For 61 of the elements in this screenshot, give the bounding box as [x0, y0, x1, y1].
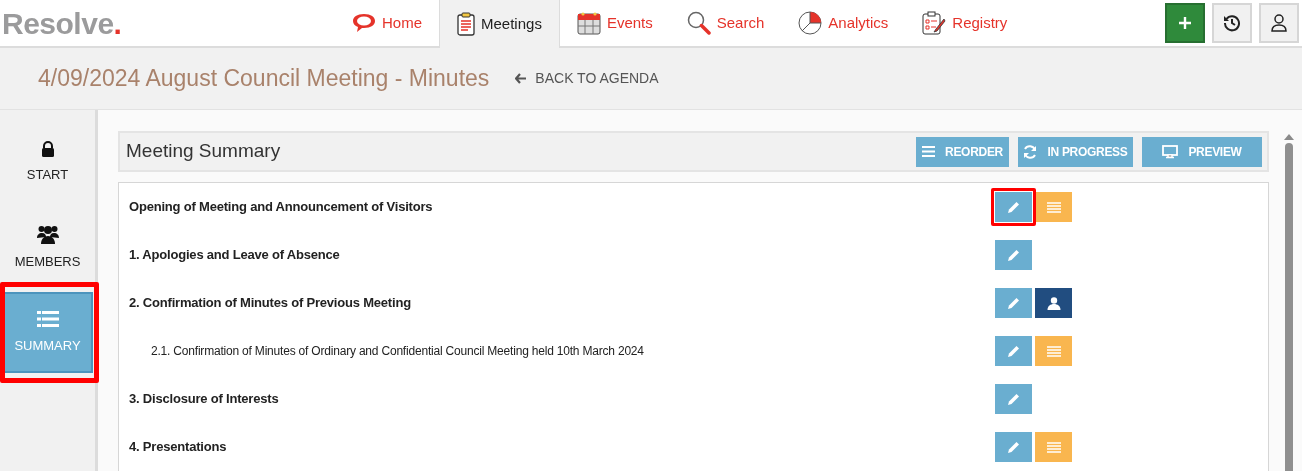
pie-chart-icon [798, 11, 823, 35]
edit-button[interactable] [995, 432, 1032, 462]
page-title: 4/09/2024 August Council Meeting - Minutes [38, 64, 490, 94]
nav-tab[interactable]: Meetings [439, 0, 560, 48]
agenda-item-title: 2.1. Confirmation of Minutes of Ordinary and Confidential Council Meeting held 10th March 2024 [150, 343, 645, 360]
list-icon [36, 309, 59, 328]
toolbar-button[interactable]: REORDER [916, 136, 1009, 167]
person-icon [1046, 296, 1061, 310]
nav-tab[interactable]: Search [669, 0, 782, 46]
nav-tab[interactable]: Events [559, 0, 670, 46]
lines-icon [1046, 345, 1061, 357]
refresh-icon [1023, 144, 1038, 159]
agenda-item-title: 3. Disclosure of Interests [128, 390, 280, 409]
edit-button[interactable] [995, 336, 1032, 366]
agenda-item-title: 2. Confirmation of Minutes of Previous Meeting [128, 294, 412, 313]
agenda-item-title: 4. Presentations [128, 438, 228, 457]
back-link[interactable]: BACK TO AGENDA [515, 68, 659, 89]
agenda-item-title: Opening of Meeting and Announcement of Visitors [128, 198, 434, 217]
pencil-icon [1007, 248, 1020, 262]
nav-tab[interactable]: Home [335, 0, 439, 46]
pencil-icon [1007, 296, 1020, 310]
monitor-icon [1162, 144, 1179, 159]
edit-button[interactable] [995, 240, 1032, 270]
clipboard-icon [457, 12, 475, 36]
add-button[interactable] [1165, 3, 1205, 43]
toolbar-button[interactable]: PREVIEW [1142, 136, 1262, 167]
app-logo: Resolve. [2, 5, 122, 42]
scrollbar-thumb[interactable] [1285, 143, 1293, 471]
plus-icon [1178, 16, 1192, 30]
pencil-icon [1007, 440, 1020, 454]
person-button[interactable] [1035, 288, 1072, 318]
nav-tab[interactable]: Analytics [781, 0, 906, 46]
lines-icon [1046, 441, 1061, 453]
panel-title: Meeting Summary [126, 139, 282, 164]
arrow-left-icon [515, 73, 527, 84]
calendar-icon [576, 11, 601, 35]
nav-tab[interactable]: Registry [905, 0, 1025, 46]
magnifier-icon [686, 11, 711, 35]
history-icon [1223, 14, 1241, 32]
scroll-up-icon [1284, 134, 1294, 140]
lines-icon [1046, 201, 1061, 213]
history-button[interactable] [1212, 3, 1252, 43]
pencil-icon [1007, 344, 1020, 358]
lock-icon [40, 140, 55, 157]
checklist-icon [922, 11, 947, 35]
user-icon [1271, 14, 1287, 32]
pencil-icon [1007, 392, 1020, 406]
toolbar-button[interactable]: IN PROGRESS [1018, 136, 1133, 167]
edit-button[interactable] [995, 384, 1032, 414]
notes-button[interactable] [1035, 432, 1072, 462]
group-icon [36, 223, 59, 244]
sidebar-item[interactable]: START [0, 120, 95, 205]
agenda-item-title: 1. Apologies and Leave of Absence [128, 246, 341, 265]
sidebar-item[interactable]: SUMMARY [2, 292, 93, 373]
menu-icon [922, 146, 936, 157]
speech-bubble-icon [352, 13, 376, 33]
pencil-icon [1007, 200, 1020, 214]
notes-button[interactable] [1035, 336, 1072, 366]
sidebar-item[interactable]: MEMBERS [0, 205, 95, 290]
notes-button[interactable] [1035, 192, 1072, 222]
account-button[interactable] [1259, 3, 1299, 43]
